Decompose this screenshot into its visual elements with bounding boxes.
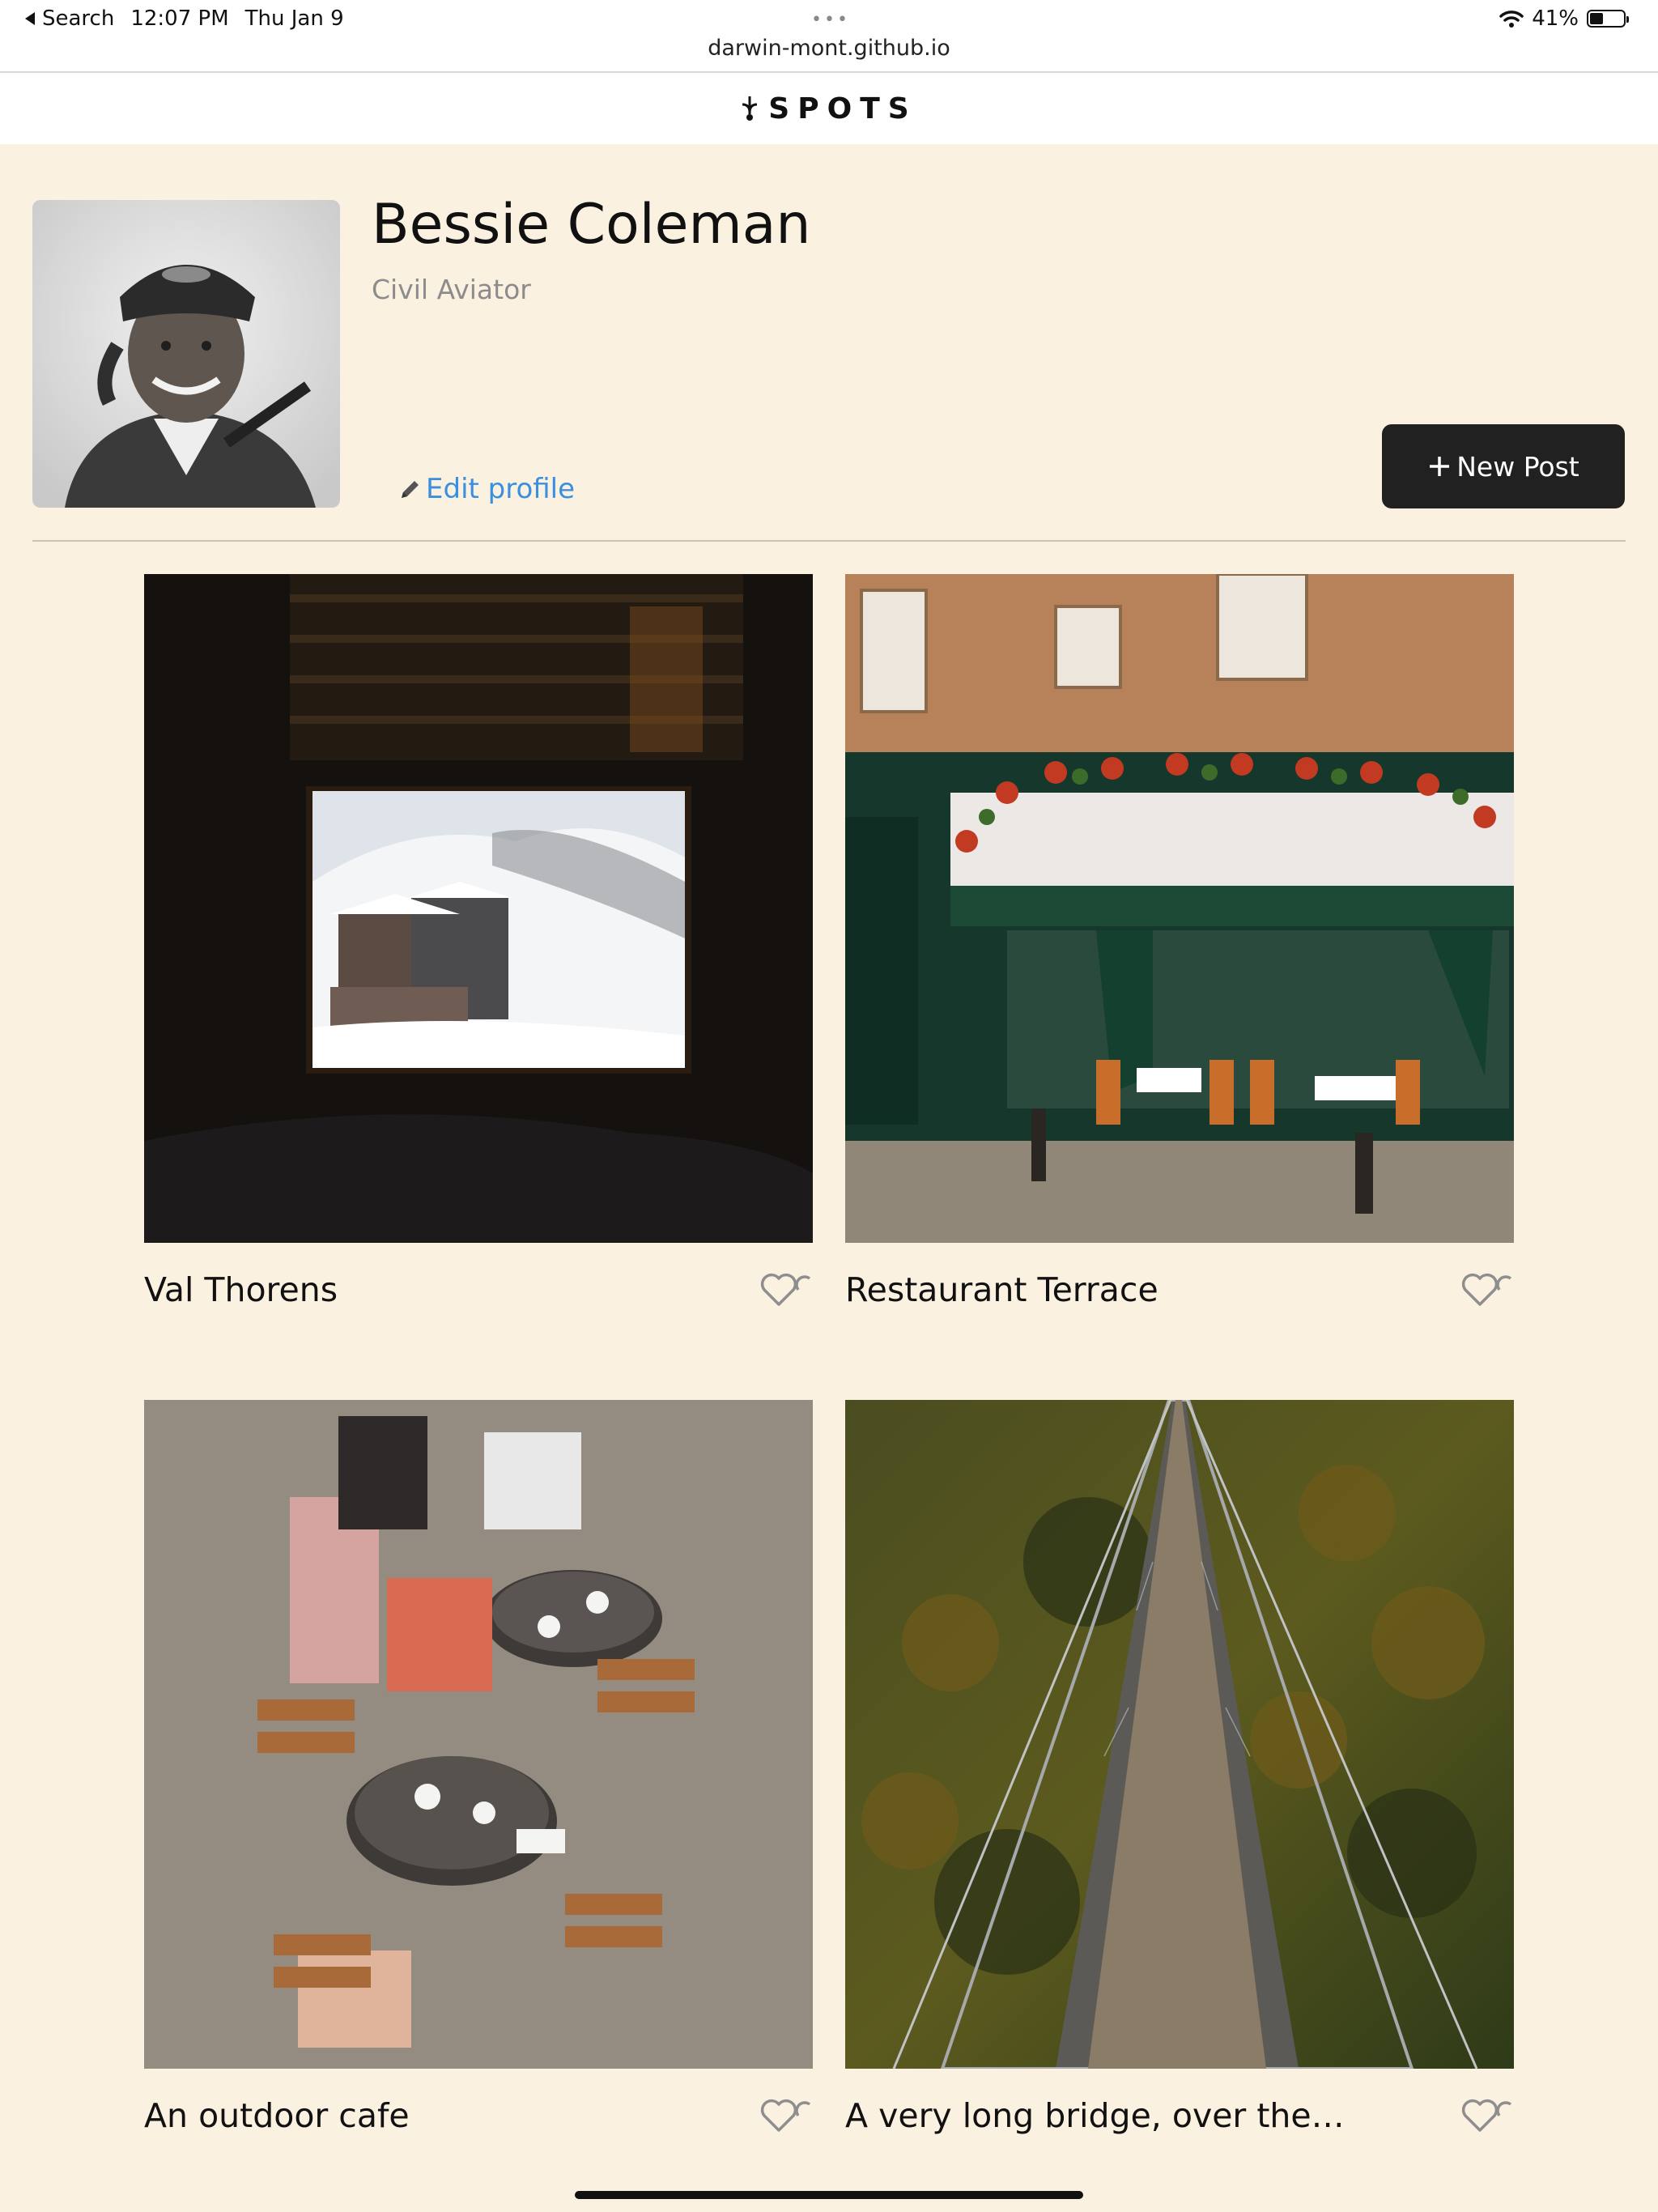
back-to-search-button[interactable]: Search xyxy=(24,6,114,31)
new-post-button[interactable]: New Post xyxy=(1382,424,1625,508)
edit-profile-label: Edit profile xyxy=(426,473,576,505)
card-footer: A very long bridge, over the… xyxy=(845,2096,1514,2135)
battery-icon xyxy=(1587,10,1629,28)
logo-text: SPOTS xyxy=(768,91,917,125)
card: A very long bridge, over the… xyxy=(845,1400,1514,2135)
profile-name: Bessie Coleman xyxy=(372,193,811,257)
pencil-icon xyxy=(402,481,419,498)
back-triangle-icon xyxy=(25,12,35,25)
card-title: Restaurant Terrace xyxy=(845,1270,1158,1309)
app-header: SPOTS xyxy=(0,73,1658,144)
status-time: 12:07 PM xyxy=(130,6,229,31)
card: An outdoor cafe xyxy=(144,1400,813,2135)
status-right: 41% xyxy=(1499,6,1629,31)
avatar-photo xyxy=(32,200,340,508)
battery-level xyxy=(1590,13,1603,24)
card: Restaurant Terrace xyxy=(845,574,1514,1309)
card-image-restaurant-terrace[interactable] xyxy=(845,574,1514,1243)
card-footer: Restaurant Terrace xyxy=(845,1270,1514,1309)
profile-divider xyxy=(32,540,1626,542)
avatar xyxy=(32,200,340,508)
tab-menu-dots[interactable]: ••• xyxy=(811,10,850,30)
status-left: Search 12:07 PM Thu Jan 9 xyxy=(24,6,344,31)
card-title: Val Thorens xyxy=(144,1270,338,1309)
cafe-photo xyxy=(144,1400,813,2069)
heart-icon[interactable] xyxy=(1460,2098,1514,2133)
browser-chrome: Search 12:07 PM Thu Jan 9 ••• 41% darwin… xyxy=(0,0,1658,73)
card-title: An outdoor cafe xyxy=(144,2096,410,2135)
card-image-val-thorens[interactable] xyxy=(144,574,813,1243)
bridge-photo xyxy=(845,1400,1514,2069)
back-label: Search xyxy=(42,6,115,31)
wifi-icon xyxy=(1499,11,1524,28)
sprout-icon xyxy=(742,96,758,121)
restaurant-photo xyxy=(845,574,1514,1243)
url-bar[interactable]: darwin-mont.github.io xyxy=(0,36,1658,61)
battery-percent: 41% xyxy=(1532,6,1579,31)
card-image-outdoor-cafe[interactable] xyxy=(144,1400,813,2069)
card-footer: An outdoor cafe xyxy=(144,2096,813,2135)
window-view-photo xyxy=(144,574,813,1243)
heart-icon[interactable] xyxy=(759,2098,813,2133)
plus-icon xyxy=(1430,457,1450,476)
card-footer: Val Thorens xyxy=(144,1270,813,1309)
card-title: A very long bridge, over the… xyxy=(845,2096,1345,2135)
heart-icon[interactable] xyxy=(759,1272,813,1308)
home-indicator[interactable] xyxy=(575,2191,1083,2199)
heart-icon[interactable] xyxy=(1460,1272,1514,1308)
new-post-label: New Post xyxy=(1456,450,1579,483)
card-image-long-bridge[interactable] xyxy=(845,1400,1514,2069)
edit-profile-button[interactable]: Edit profile xyxy=(398,473,575,505)
status-date: Thu Jan 9 xyxy=(244,6,344,31)
card: Val Thorens xyxy=(144,574,813,1309)
profile-description: Civil Aviator xyxy=(372,274,531,305)
